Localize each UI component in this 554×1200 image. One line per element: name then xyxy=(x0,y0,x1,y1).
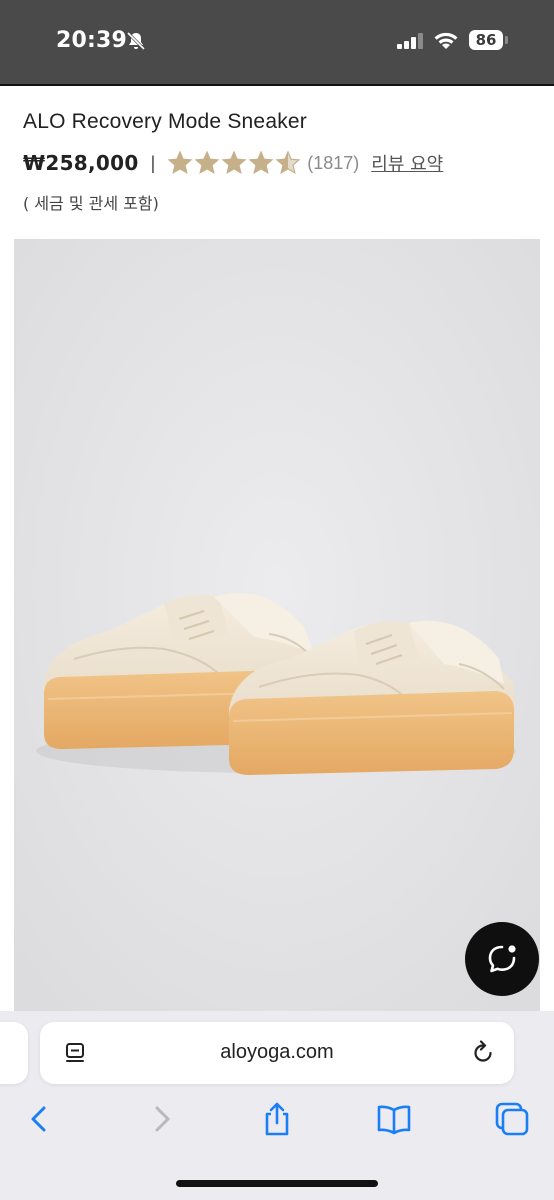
star-icon xyxy=(248,150,274,175)
battery-level: 86 xyxy=(469,30,503,50)
wifi-icon xyxy=(434,32,458,49)
home-indicator xyxy=(176,1180,378,1187)
price-row: ₩258,000 | (1817) 리뷰 요약 xyxy=(23,149,443,177)
chat-bubble-icon xyxy=(488,945,516,973)
share-icon[interactable] xyxy=(259,1101,295,1137)
battery-tip xyxy=(505,36,508,44)
bell-slash-icon xyxy=(126,31,146,51)
url-text[interactable]: aloyoga.com xyxy=(40,1041,514,1064)
chat-button[interactable] xyxy=(465,922,539,996)
rating-stars[interactable] xyxy=(167,150,301,176)
battery-icon: 86 xyxy=(469,30,509,52)
reload-icon[interactable] xyxy=(470,1040,496,1066)
product-title: ALO Recovery Mode Sneaker xyxy=(23,110,307,133)
signal-icon xyxy=(397,33,423,49)
sneaker-photo xyxy=(14,239,540,1011)
bookmarks-icon[interactable] xyxy=(376,1101,412,1137)
status-divider xyxy=(0,84,554,86)
address-bar[interactable]: aloyoga.com xyxy=(40,1022,514,1084)
product-price: ₩258,000 xyxy=(23,151,139,175)
status-time: 20:39 xyxy=(56,28,128,53)
back-icon[interactable] xyxy=(22,1101,58,1137)
previous-tab-peek[interactable] xyxy=(0,1022,28,1084)
tabs-icon[interactable] xyxy=(494,1101,530,1137)
product-image[interactable] xyxy=(14,239,540,1011)
star-icon xyxy=(275,150,301,175)
status-bar: 20:39 86 xyxy=(0,0,554,84)
star-icon xyxy=(167,150,193,175)
review-summary-link[interactable]: 리뷰 요약 xyxy=(371,150,443,176)
star-icon xyxy=(194,150,220,175)
price-separator: | xyxy=(150,152,156,173)
star-icon xyxy=(221,150,247,175)
forward-icon[interactable] xyxy=(143,1101,179,1137)
tax-note: ( 세금 및 관세 포함) xyxy=(23,194,159,213)
review-count[interactable]: (1817) xyxy=(307,153,359,174)
